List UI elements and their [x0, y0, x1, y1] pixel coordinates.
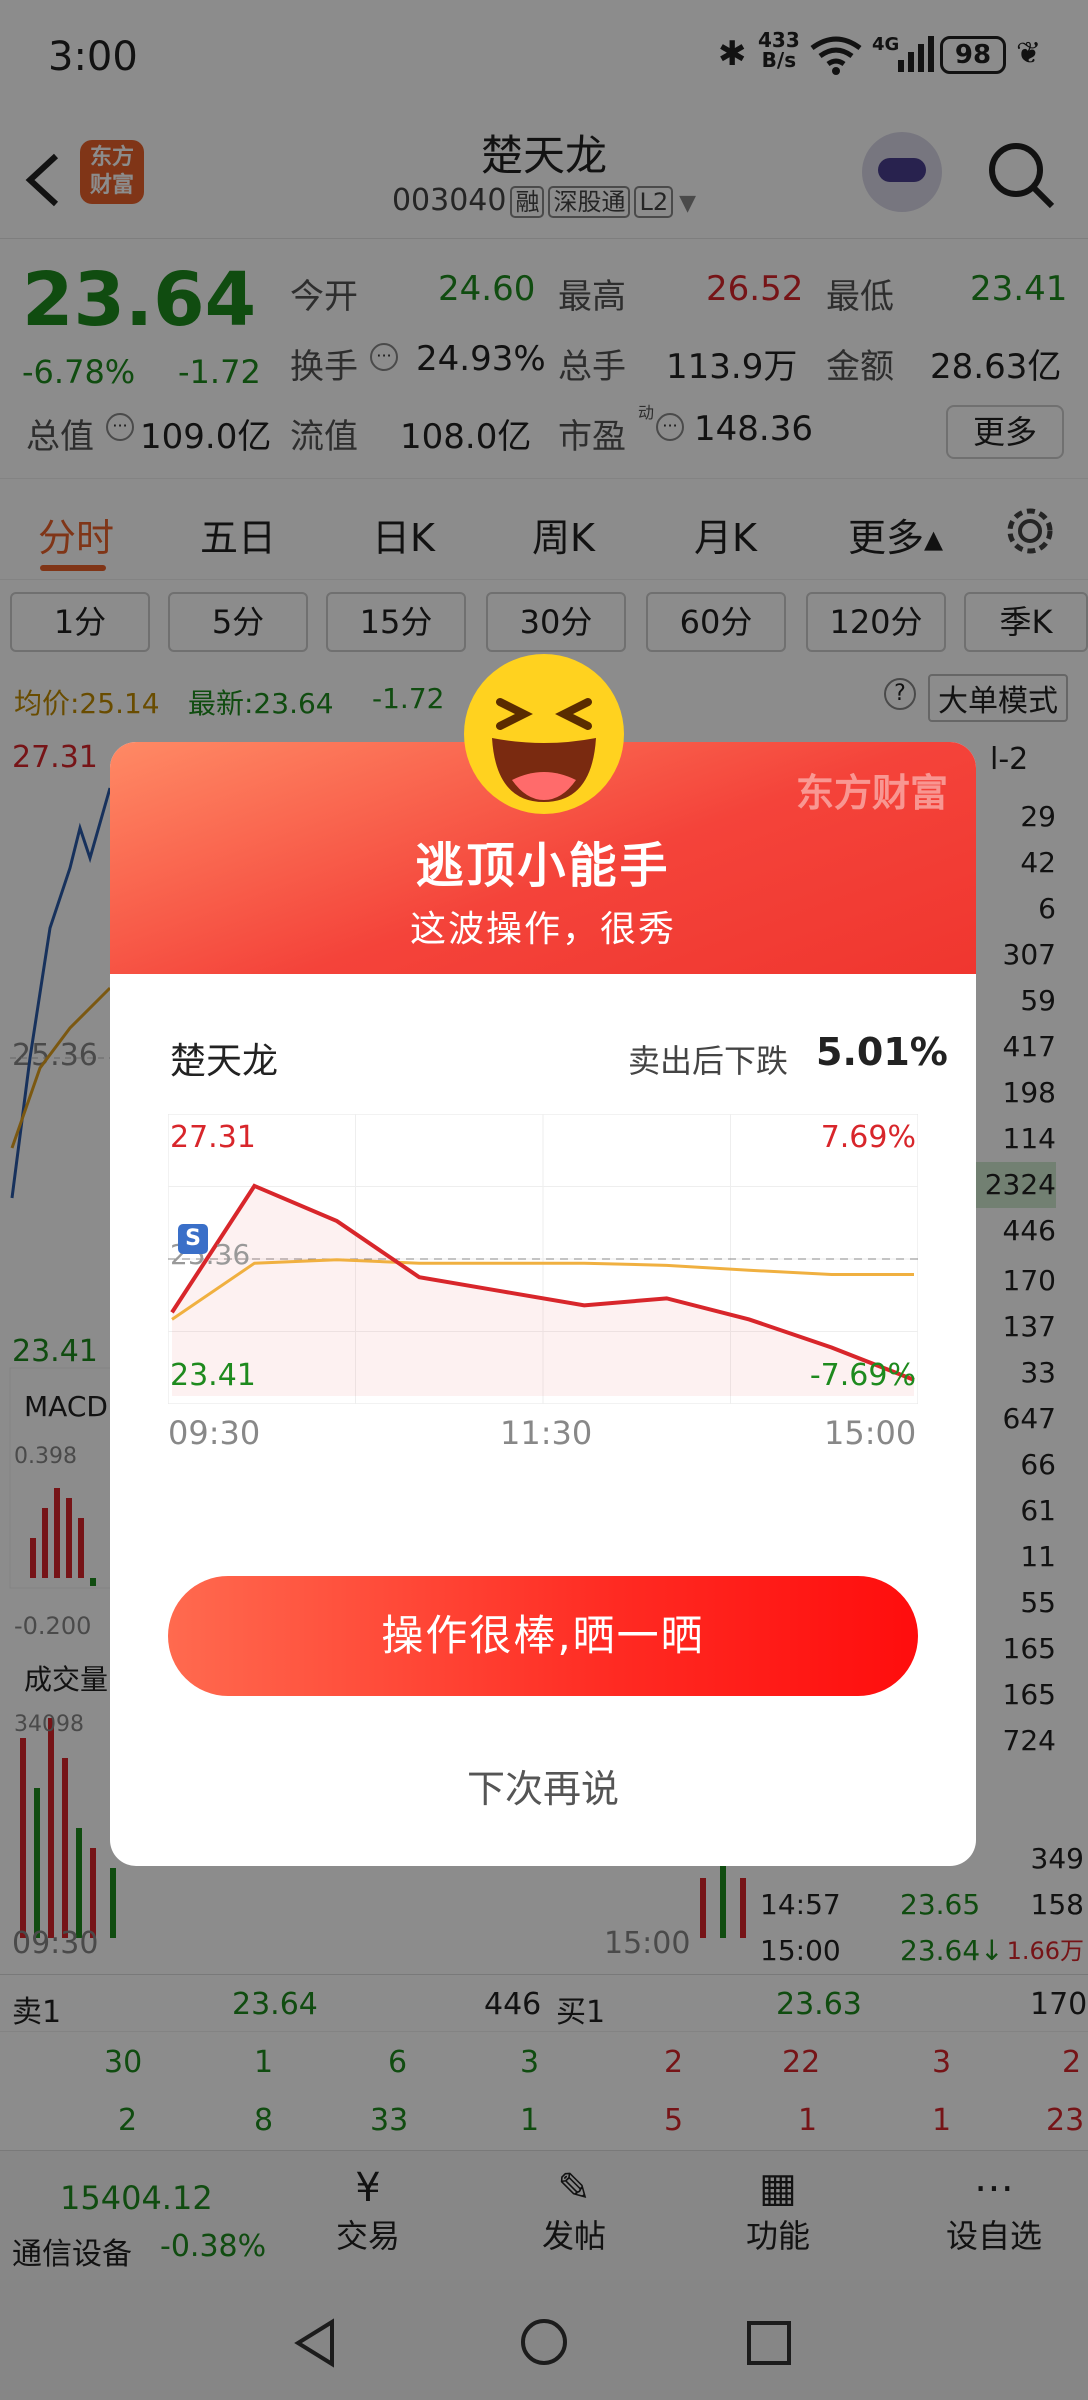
drop-value: 5.01% — [816, 1030, 948, 1074]
mini-chart: 27.31 25.36 23.41 7.69% -7.69% S — [167, 1113, 919, 1405]
dialog-brand: 东方财富 — [795, 771, 948, 815]
mini-time-end: 15:00 — [824, 1414, 917, 1452]
share-button[interactable]: 操作很棒,晒一晒 — [168, 1576, 918, 1696]
drop-label: 卖出后下跌 — [628, 1042, 789, 1080]
later-button[interactable]: 下次再说 — [110, 1758, 976, 1813]
mini-pct-low: -7.69% — [809, 1358, 916, 1393]
mini-low: 23.41 — [170, 1358, 256, 1393]
sell-marker-icon: S — [178, 1224, 208, 1254]
share-dialog: 东方财富 逃顶小能手 这波操作，很秀 楚天龙 卖出后下跌 5.01% 27.31… — [110, 742, 976, 1866]
dialog-stock-name: 楚天龙 — [170, 1041, 279, 1082]
mini-high: 27.31 — [170, 1120, 256, 1155]
mini-time-mid: 11:30 — [500, 1414, 593, 1452]
dialog-subtitle: 这波操作，很秀 — [409, 909, 676, 950]
mini-time-start: 09:30 — [168, 1414, 261, 1452]
mini-chart-svg — [167, 1113, 919, 1405]
dialog-title: 逃顶小能手 — [415, 838, 671, 894]
laughing-emoji-icon — [464, 654, 624, 814]
mini-pct-high: 7.69% — [820, 1120, 916, 1155]
